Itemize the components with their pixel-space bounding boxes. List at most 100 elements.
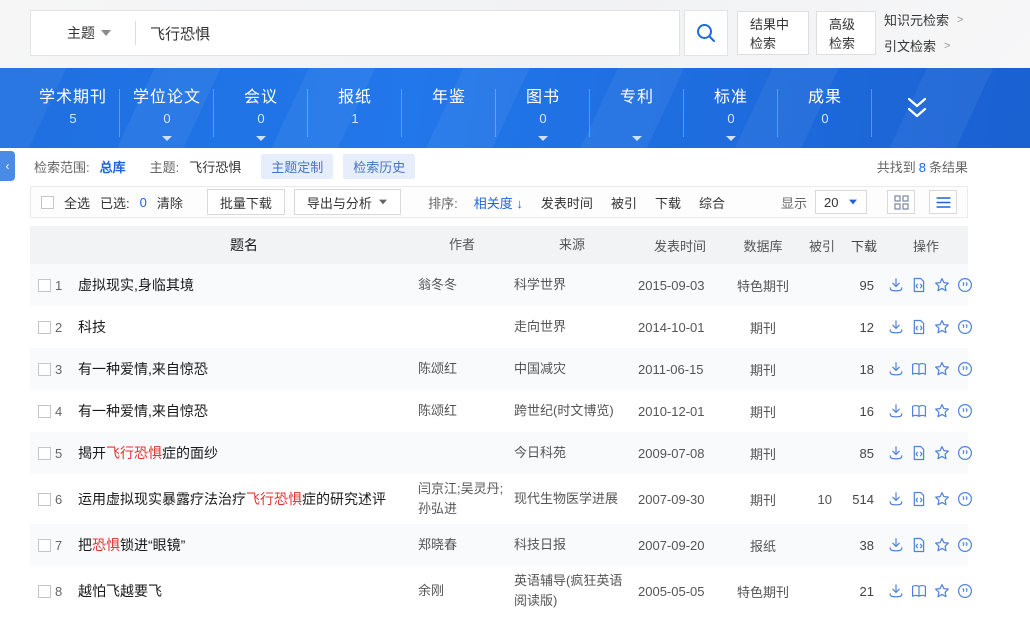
source-cell[interactable]: 今日科苑 — [510, 438, 634, 468]
nav-item-会议[interactable]: 会议0 — [214, 81, 308, 136]
quote-icon[interactable] — [957, 445, 973, 461]
quote-icon[interactable] — [957, 537, 973, 553]
source-cell[interactable]: 英语辅导(疯狂英语阅读版) — [510, 566, 634, 616]
batch-download-button[interactable]: 批量下载 — [207, 189, 285, 215]
nav-item-学位论文[interactable]: 学位论文0 — [120, 81, 214, 136]
result-title-link[interactable]: 有一种爱情,来自惊恐 — [74, 354, 414, 384]
nav-item-成果[interactable]: 成果0 — [778, 81, 872, 136]
source-cell[interactable]: 现代生物医学进展 — [510, 484, 634, 514]
star-icon[interactable] — [934, 445, 950, 461]
result-title-link[interactable]: 有一种爱情,来自惊恐 — [74, 396, 414, 426]
quote-icon[interactable] — [957, 403, 973, 419]
download-icon[interactable] — [888, 361, 904, 377]
result-title-link[interactable]: 科技 — [74, 312, 414, 342]
sort-option-被引[interactable]: 被引 — [611, 193, 637, 212]
list-view-button[interactable] — [929, 190, 957, 214]
quote-icon[interactable] — [957, 319, 973, 335]
download-icon[interactable] — [888, 445, 904, 461]
row-checkbox[interactable] — [38, 447, 51, 460]
citation-search-link[interactable]: 引文检索 > — [884, 36, 963, 55]
row-checkbox[interactable] — [38, 539, 51, 552]
download-icon[interactable] — [888, 537, 904, 553]
advanced-search-button[interactable]: 高级检索 — [816, 11, 876, 55]
star-icon[interactable] — [934, 491, 950, 507]
source-cell[interactable]: 科技日报 — [510, 530, 634, 560]
sort-option-下载[interactable]: 下载 — [655, 193, 681, 212]
author-cell[interactable]: 翁冬冬 — [414, 270, 510, 300]
sort-option-相关度[interactable]: 相关度 ↓ — [474, 193, 523, 212]
row-checkbox[interactable] — [38, 493, 51, 506]
download-icon[interactable] — [888, 403, 904, 419]
download-icon[interactable] — [888, 491, 904, 507]
topic-customize-button[interactable]: 主题定制 — [261, 154, 333, 179]
html-read-icon[interactable] — [911, 319, 927, 335]
book-icon[interactable] — [911, 403, 927, 419]
source-cell[interactable]: 中国减灾 — [510, 354, 634, 384]
result-title-link[interactable]: 虚拟现实,身临其境 — [74, 270, 414, 300]
download-count-cell: 514 — [840, 487, 884, 512]
result-title-link[interactable]: 揭开飞行恐惧症的面纱 — [74, 438, 414, 468]
author-cell[interactable]: 陈颂红 — [414, 354, 510, 384]
nav-item-图书[interactable]: 图书0 — [496, 81, 590, 136]
select-all-checkbox[interactable] — [41, 196, 54, 209]
html-read-icon[interactable] — [911, 277, 927, 293]
source-cell[interactable]: 走向世界 — [510, 312, 634, 342]
quote-icon[interactable] — [957, 361, 973, 377]
filter-bar: ‹ 检索范围: 总库 主题: 飞行恐惧 主题定制 检索历史 共找到8条结果 — [0, 148, 1030, 184]
cited-count-cell — [800, 364, 840, 374]
row-checkbox[interactable] — [38, 321, 51, 334]
search-button[interactable] — [684, 10, 728, 56]
result-title-link[interactable]: 运用虚拟现实暴露疗法治疗飞行恐惧症的研究述评 — [74, 484, 414, 514]
result-title-link[interactable]: 把恐惧锁进“眼镜” — [74, 530, 414, 560]
sort-option-发表时间[interactable]: 发表时间 — [541, 193, 593, 212]
row-checkbox[interactable] — [38, 585, 51, 598]
row-checkbox[interactable] — [38, 405, 51, 418]
source-cell[interactable]: 科学世界 — [510, 270, 634, 300]
author-cell[interactable] — [414, 448, 510, 458]
search-history-button[interactable]: 检索历史 — [343, 154, 415, 179]
clear-selection-button[interactable]: 清除 — [157, 193, 183, 212]
quote-icon[interactable] — [957, 583, 973, 599]
author-cell[interactable] — [414, 322, 510, 332]
quote-icon[interactable] — [957, 491, 973, 507]
nav-item-学术期刊[interactable]: 学术期刊5 — [26, 81, 120, 136]
html-read-icon[interactable] — [911, 537, 927, 553]
source-cell[interactable]: 跨世纪(时文博览) — [510, 396, 634, 426]
nav-item-年鉴[interactable]: 年鉴 — [402, 81, 496, 136]
search-input[interactable] — [136, 25, 679, 42]
nav-item-报纸[interactable]: 报纸1 — [308, 81, 402, 136]
star-icon[interactable] — [934, 319, 950, 335]
expand-nav-button[interactable] — [900, 93, 934, 123]
nav-item-专利[interactable]: 专利 — [590, 81, 684, 136]
search-field-selector[interactable]: 主题 — [31, 23, 135, 43]
export-analyze-button[interactable]: 导出与分析 — [294, 189, 401, 215]
star-icon[interactable] — [934, 537, 950, 553]
result-title-link[interactable]: 越怕飞越要飞 — [74, 576, 414, 606]
author-cell[interactable]: 闫京江;吴灵丹;孙弘进 — [414, 474, 510, 524]
page-size-select[interactable]: 20 — [815, 190, 867, 214]
html-read-icon[interactable] — [911, 445, 927, 461]
knowledge-search-link[interactable]: 知识元检索 > — [884, 10, 963, 29]
html-read-icon[interactable] — [911, 491, 927, 507]
star-icon[interactable] — [934, 403, 950, 419]
download-icon[interactable] — [888, 277, 904, 293]
author-cell[interactable]: 陈颂红 — [414, 396, 510, 426]
star-icon[interactable] — [934, 361, 950, 377]
book-icon[interactable] — [911, 583, 927, 599]
row-checkbox[interactable] — [38, 279, 51, 292]
nav-item-标准[interactable]: 标准0 — [684, 81, 778, 136]
sort-option-综合[interactable]: 综合 — [699, 193, 725, 212]
grid-view-button[interactable] — [887, 190, 915, 214]
download-icon[interactable] — [888, 319, 904, 335]
star-icon[interactable] — [934, 583, 950, 599]
author-cell[interactable]: 余刚 — [414, 576, 510, 606]
book-icon[interactable] — [911, 361, 927, 377]
star-icon[interactable] — [934, 277, 950, 293]
author-cell[interactable]: 郑晓春 — [414, 530, 510, 560]
row-checkbox[interactable] — [38, 363, 51, 376]
search-in-results-button[interactable]: 结果中检索 — [737, 11, 809, 55]
download-icon[interactable] — [888, 583, 904, 599]
collapse-sidebar-button[interactable]: ‹ — [0, 151, 15, 181]
scope-value[interactable]: 总库 — [100, 157, 126, 176]
quote-icon[interactable] — [957, 277, 973, 293]
